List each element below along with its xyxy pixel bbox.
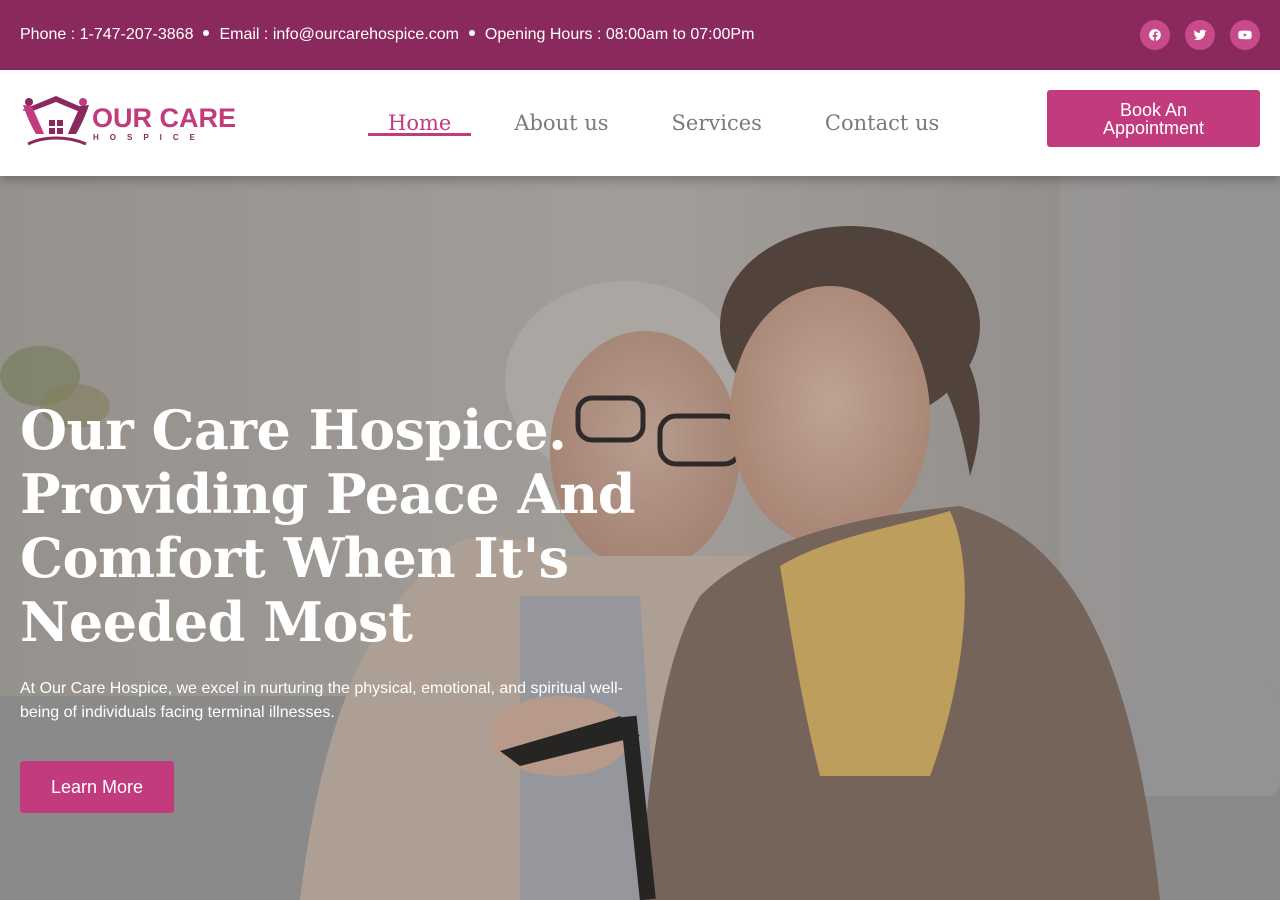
contact-info: Phone : 1-747-207-3868 Email : info@ourc… xyxy=(20,26,754,44)
book-appointment-button[interactable]: Book An Appointment xyxy=(1047,90,1260,147)
email-text[interactable]: Email : info@ourcarehospice.com xyxy=(219,26,458,44)
facebook-icon xyxy=(1149,29,1161,41)
hero-title: Our Care Hospice. Providing Peace And Co… xyxy=(20,398,636,654)
phone-text[interactable]: Phone : 1-747-207-3868 xyxy=(20,26,193,44)
twitter-link[interactable] xyxy=(1185,20,1215,50)
site-logo[interactable]: OUR CARE HOSPICE xyxy=(20,96,236,150)
main-menu: Home About us Services Contact us xyxy=(368,70,982,176)
youtube-icon xyxy=(1238,30,1252,40)
hero-section: Our Care Hospice. Providing Peace And Co… xyxy=(0,176,1280,900)
logo-mark-icon xyxy=(22,96,89,146)
nav-services[interactable]: Services xyxy=(652,70,782,176)
nav-about-us[interactable]: About us xyxy=(494,70,628,176)
youtube-link[interactable] xyxy=(1230,20,1260,50)
social-links xyxy=(1140,20,1260,50)
bullet-separator xyxy=(468,30,475,36)
bullet-separator xyxy=(203,30,210,36)
twitter-icon xyxy=(1193,29,1207,41)
main-navbar: OUR CARE HOSPICE Home About us Services … xyxy=(0,70,1280,176)
facebook-link[interactable] xyxy=(1140,20,1170,50)
top-contact-bar: Phone : 1-747-207-3868 Email : info@ourc… xyxy=(0,0,1280,70)
logo-subtext: HOSPICE xyxy=(93,133,207,142)
logo-text: OUR CARE xyxy=(92,103,237,133)
hero-description: At Our Care Hospice, we excel in nurturi… xyxy=(20,680,623,721)
nav-home[interactable]: Home xyxy=(368,70,472,176)
opening-hours-text: Opening Hours : 08:00am to 07:00Pm xyxy=(484,26,755,43)
learn-more-button[interactable]: Learn More xyxy=(20,761,174,813)
nav-contact-us[interactable]: Contact us xyxy=(805,70,959,176)
